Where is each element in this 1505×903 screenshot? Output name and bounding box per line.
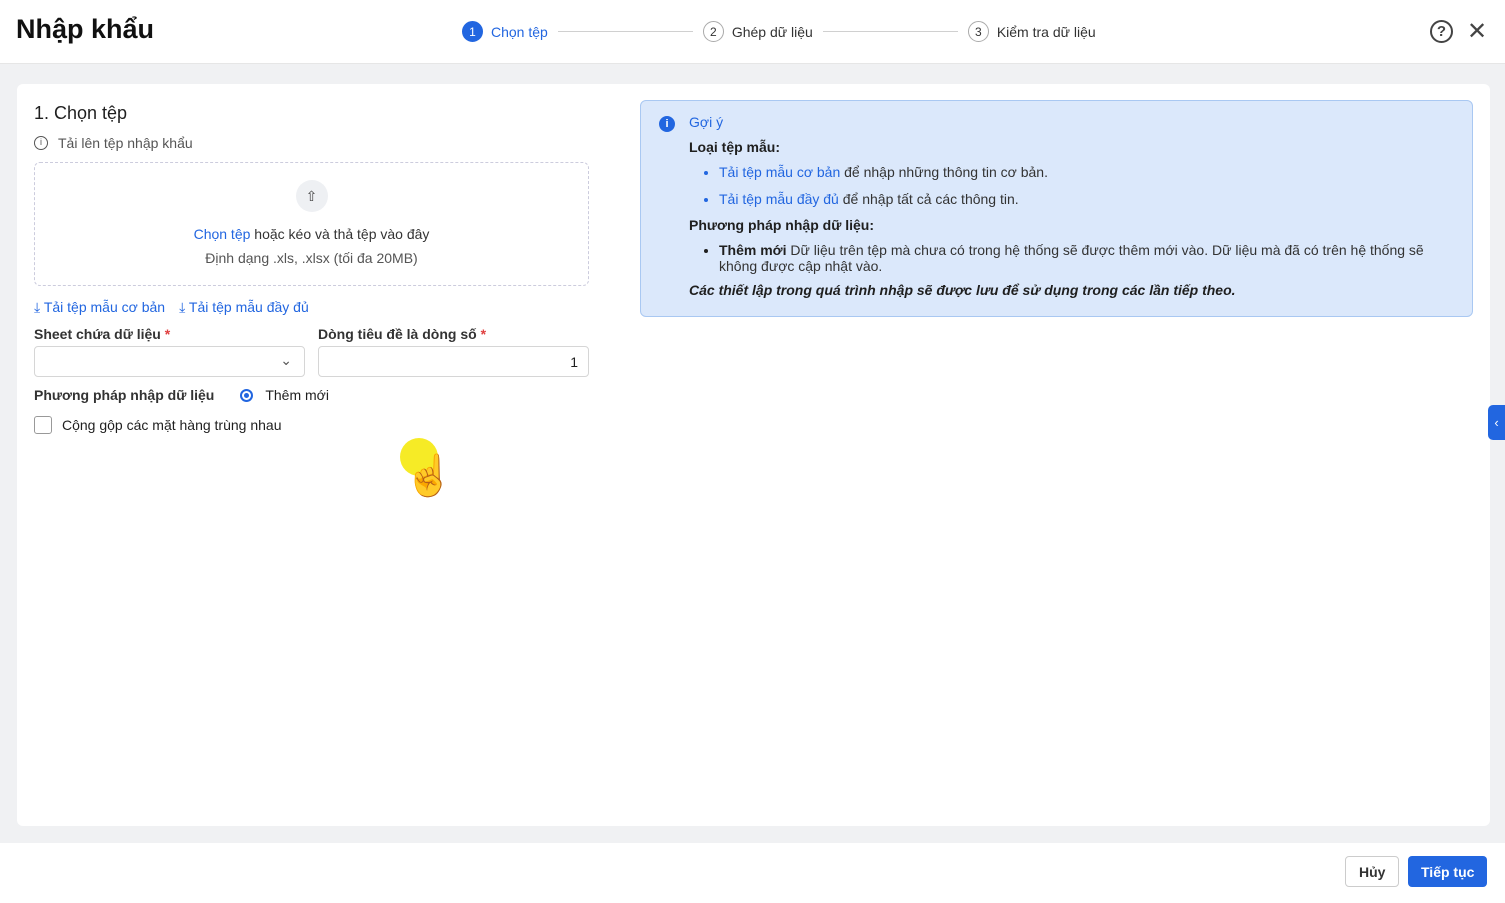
step-label: Ghép dữ liệu (731, 23, 813, 40)
choose-file-link[interactable]: Chọn tệp (194, 226, 251, 242)
download-icon: ⤓ (179, 299, 189, 315)
link-text: Tải tệp mẫu đầy đủ (188, 299, 309, 315)
chevron-down-icon: ⌄ (280, 352, 292, 368)
download-icon: ⤓ (34, 299, 44, 315)
hint-text: để nhập tất cả các thông tin. (838, 190, 1019, 207)
download-basic-template-link[interactable]: ⤓ Tải tệp mẫu cơ bản (34, 299, 165, 316)
method-name: Thêm mới (719, 241, 787, 258)
hint-full-link[interactable]: Tải tệp mẫu đầy đủ (719, 191, 839, 207)
required-mark: * (480, 326, 487, 342)
step-number: 3 (967, 21, 989, 42)
drop-text: hoặc kéo và thả tệp vào đây (250, 226, 430, 242)
hint-basic-link[interactable]: Tải tệp mẫu cơ bản (719, 164, 840, 180)
step-choose-file: 1 Chọn tệp (462, 21, 548, 42)
sheet-select[interactable]: ⌄ (34, 346, 305, 377)
upload-icon: ⇧ (295, 180, 328, 212)
page-title: Nhập khẩu (16, 14, 155, 44)
header-row-input[interactable]: 1 (318, 346, 589, 377)
stepper: 1 Chọn tệp 2 Ghép dữ liệu 3 Kiểm tra dữ liệ… (462, 21, 1096, 42)
radio-selected-icon (240, 388, 254, 402)
method-radio-add-new[interactable]: Thêm mới (240, 387, 329, 403)
label-text: Dòng tiêu đề là dòng số (318, 326, 477, 342)
upload-label: i Tải lên tệp nhập khẩu (34, 135, 193, 151)
step-divider (557, 31, 693, 32)
footer: Hủy Tiếp tục (0, 843, 1505, 903)
side-panel-toggle[interactable]: ‹ (1488, 405, 1505, 440)
step-divider (822, 31, 958, 32)
file-dropzone[interactable]: ⇧ Chọn tệp hoặc kéo và thả tệp vào đây Đ… (34, 162, 589, 286)
label-text: Sheet chứa dữ liệu (34, 326, 161, 342)
upload-label-text: Tải lên tệp nhập khẩu (58, 135, 193, 151)
step-label: Kiểm tra dữ liệu (996, 23, 1096, 40)
sheet-label: Sheet chứa dữ liệu * (34, 326, 170, 342)
hint-item: Thêm mới Dữ liệu trên tệp mà chưa có tro… (719, 242, 1452, 276)
header-row-label: Dòng tiêu đề là dòng số * (318, 326, 486, 342)
next-button[interactable]: Tiếp tục (1408, 856, 1488, 887)
cancel-button[interactable]: Hủy (1345, 856, 1400, 887)
checkbox-icon (34, 416, 52, 434)
method-heading: Phương pháp nhập dữ liệu: (689, 216, 874, 233)
radio-label: Thêm mới (265, 387, 329, 403)
step-number: 2 (702, 21, 724, 42)
hint-note: Các thiết lập trong quá trình nhập sẽ đư… (689, 282, 1236, 299)
hint-text: để nhập những thông tin cơ bản. (840, 164, 1048, 180)
merge-duplicates-checkbox[interactable]: Cộng gộp các mặt hàng trùng nhau (34, 416, 282, 434)
step-label: Chọn tệp (491, 23, 548, 40)
hint-text: Dữ liệu trên tệp mà chưa có trong hệ thố… (719, 241, 1424, 275)
download-full-template-link[interactable]: ⤓ Tải tệp mẫu đầy đủ (179, 299, 309, 316)
step-map-data: 2 Ghép dữ liệu (702, 21, 813, 42)
import-card: 1. Chọn tệp i Tải lên tệp nhập khẩu ⇧ Chọ… (17, 84, 1490, 826)
hint-item: Tải tệp mẫu đầy đủ để nhập tất cả các th… (719, 191, 1452, 208)
method-label: Phương pháp nhập dữ liệu (34, 387, 215, 403)
template-types-heading: Loại tệp mẫu: (689, 139, 781, 155)
hint-title: Gợi ý (689, 114, 724, 130)
step-check-data: 3 Kiểm tra dữ liệu (967, 21, 1096, 42)
file-format-hint: Định dạng .xls, .xlsx (tối đa 20MB) (205, 250, 418, 266)
info-icon: i (659, 116, 675, 132)
close-icon[interactable]: ✕ (1467, 17, 1487, 46)
hand-cursor-icon: ☝ (404, 454, 454, 498)
header: Nhập khẩu 1 Chọn tệp 2 Ghép dữ liệu 3 Kiểm … (0, 0, 1505, 64)
checkbox-label: Cộng gộp các mặt hàng trùng nhau (62, 417, 282, 433)
required-mark: * (164, 326, 171, 342)
chevron-left-icon: ‹ (1494, 415, 1499, 430)
hint-panel: i Gợi ý Loại tệp mẫu: Tải tệp mẫu cơ bản… (640, 100, 1473, 317)
step-number: 1 (462, 21, 483, 42)
info-icon: i (34, 136, 48, 150)
link-text: Tải tệp mẫu cơ bản (43, 299, 166, 315)
help-icon[interactable]: ? (1430, 20, 1453, 43)
section-title: 1. Chọn tệp (34, 103, 128, 123)
hint-item: Tải tệp mẫu cơ bản để nhập những thông t… (719, 164, 1452, 181)
